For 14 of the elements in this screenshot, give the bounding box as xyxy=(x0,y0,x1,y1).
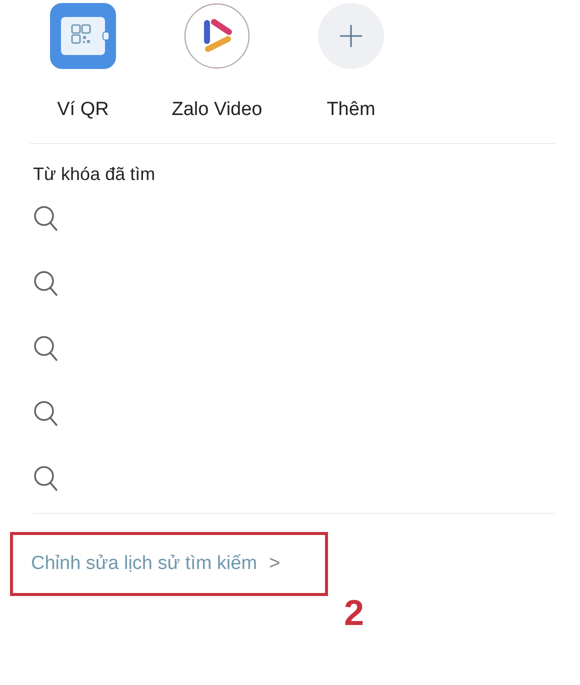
shortcut-label: Ví QR xyxy=(57,99,109,121)
search-icon[interactable] xyxy=(33,335,59,363)
search-icon[interactable] xyxy=(33,465,59,493)
search-icon[interactable] xyxy=(33,270,59,298)
search-icon[interactable] xyxy=(33,205,59,233)
section-heading: Từ khóa đã tìm xyxy=(32,163,156,185)
qr-wallet-icon[interactable] xyxy=(50,3,116,69)
play-logo-icon[interactable] xyxy=(184,3,250,69)
edit-history-link[interactable]: Chỉnh sửa lịch sử tìm kiếm > xyxy=(31,553,280,575)
search-icon[interactable] xyxy=(33,400,59,428)
shortcut-label: Zalo Video xyxy=(172,99,262,121)
shortcut-label: Thêm xyxy=(326,99,376,121)
step-number: 2 xyxy=(344,592,364,634)
chevron-icon: > xyxy=(269,553,280,575)
